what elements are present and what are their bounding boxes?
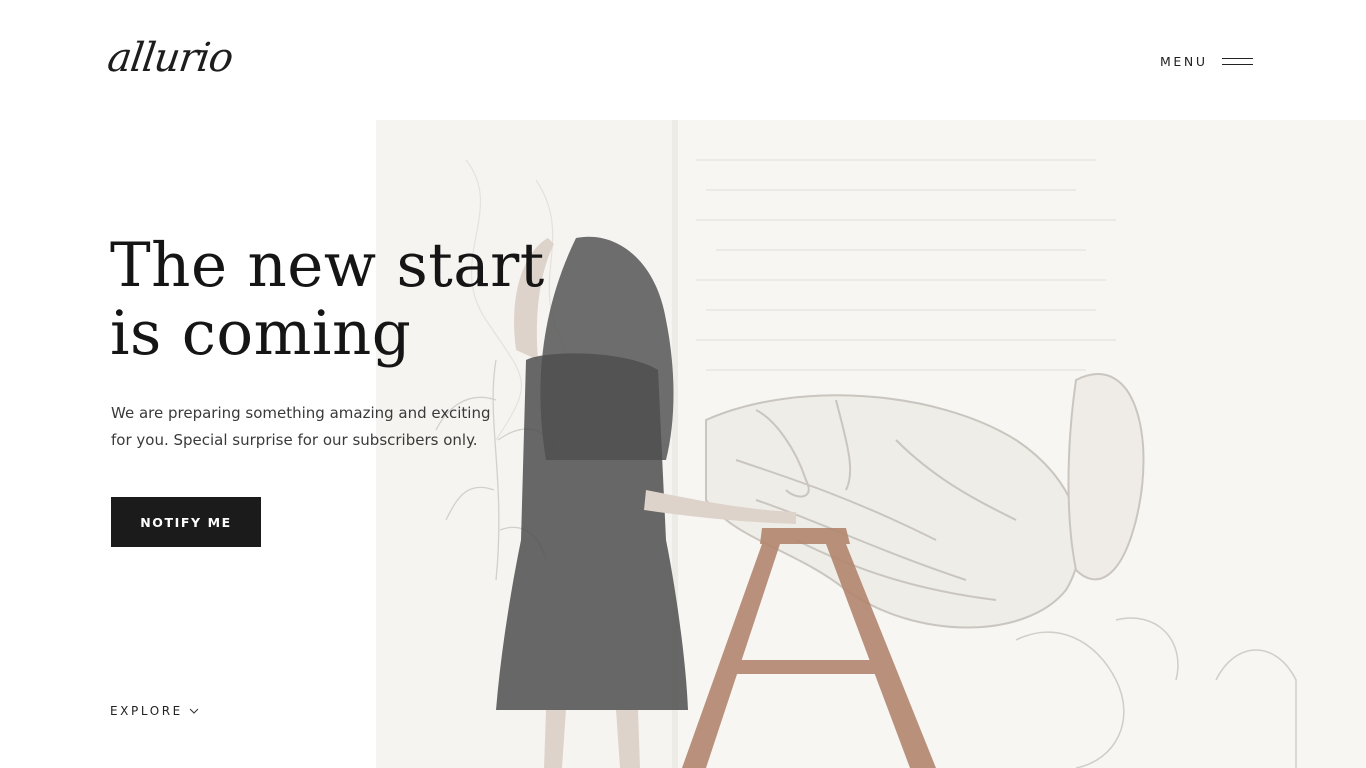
menu-toggle[interactable]: MENU	[1160, 49, 1253, 73]
explore-label: EXPLORE	[110, 704, 183, 718]
page-title: The new start is coming	[110, 232, 545, 368]
hero-description-line-1: We are preparing something amazing and e…	[111, 404, 491, 422]
chevron-down-icon	[189, 708, 199, 714]
hero-description: We are preparing something amazing and e…	[111, 400, 531, 454]
page-title-line-2: is coming	[110, 298, 412, 369]
page-title-line-1: The new start	[110, 230, 545, 301]
brand-logo[interactable]: allurio	[104, 30, 236, 86]
notify-me-button[interactable]: NOTIFY ME	[111, 497, 261, 547]
hamburger-icon	[1221, 57, 1253, 65]
menu-label: MENU	[1160, 53, 1208, 69]
explore-link[interactable]: EXPLORE	[110, 704, 199, 718]
coming-soon-page: allurio MENU The new start is coming We …	[0, 0, 1366, 768]
hero-description-line-2: for you. Special surprise for our subscr…	[111, 431, 478, 449]
